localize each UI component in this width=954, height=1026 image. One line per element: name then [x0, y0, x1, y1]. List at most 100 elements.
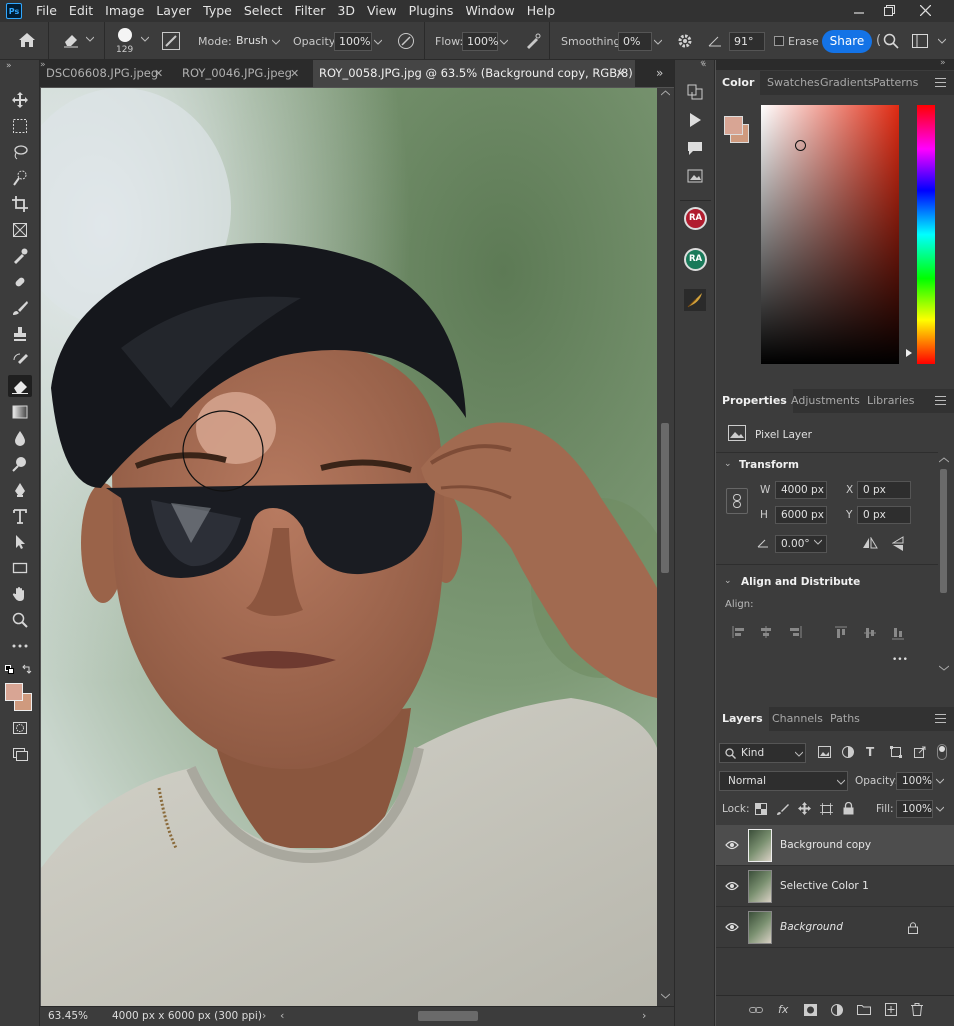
- quick-mask-button[interactable]: [8, 717, 32, 739]
- menu-plugins[interactable]: Plugins: [403, 0, 460, 22]
- blend-mode-select[interactable]: Normal: [719, 771, 848, 791]
- menu-window[interactable]: Window: [459, 0, 520, 22]
- close-tab-icon[interactable]: ✕: [154, 60, 163, 87]
- home-button[interactable]: [18, 32, 36, 48]
- hue-slider[interactable]: [917, 105, 935, 364]
- maximize-button[interactable]: [872, 0, 906, 20]
- filter-adjustment-icon[interactable]: [842, 746, 854, 758]
- lock-all-icon[interactable]: [843, 802, 854, 815]
- eye-icon[interactable]: [725, 922, 739, 932]
- plugin-feather-button[interactable]: [684, 289, 706, 311]
- scroll-thumb[interactable]: [940, 469, 947, 593]
- tab-properties[interactable]: Properties: [716, 389, 793, 413]
- color-picker-cursor[interactable]: [795, 140, 806, 151]
- type-tool[interactable]: [8, 505, 32, 527]
- tab-adjustments[interactable]: Adjustments: [785, 389, 866, 413]
- smoothing-input[interactable]: 0%: [618, 32, 652, 51]
- fx-icon[interactable]: fx: [778, 1003, 788, 1016]
- default-colors-icon[interactable]: [5, 665, 14, 674]
- tab-layers[interactable]: Layers: [716, 707, 769, 731]
- panel-menu-icon[interactable]: [935, 714, 946, 723]
- color-field[interactable]: [761, 105, 899, 364]
- layer-name[interactable]: Background copy: [780, 839, 871, 851]
- tab-color[interactable]: Color: [716, 71, 761, 95]
- panel-menu-icon[interactable]: [935, 396, 946, 405]
- scroll-thumb[interactable]: [661, 423, 669, 573]
- menu-edit[interactable]: Edit: [63, 0, 99, 22]
- menu-image[interactable]: Image: [99, 0, 150, 22]
- swap-colors-icon[interactable]: [22, 664, 32, 674]
- scroll-right-icon[interactable]: ›: [642, 1009, 646, 1022]
- eye-icon[interactable]: [725, 840, 739, 850]
- brush-tool[interactable]: [8, 297, 32, 319]
- lock-position-icon[interactable]: [798, 802, 811, 815]
- chevron-down-icon[interactable]: [371, 32, 385, 51]
- foreground-color-swatch[interactable]: [5, 683, 23, 701]
- vertical-scrollbar[interactable]: [657, 88, 674, 1006]
- menu-select[interactable]: Select: [238, 0, 289, 22]
- new-layer-icon[interactable]: [885, 1003, 897, 1016]
- add-mask-icon[interactable]: [804, 1004, 817, 1016]
- tab-channels[interactable]: Channels: [766, 707, 829, 731]
- transform-section-title[interactable]: Transform: [739, 459, 799, 471]
- scroll-up-icon[interactable]: [661, 90, 670, 96]
- eye-icon[interactable]: [725, 881, 739, 891]
- tab-libraries[interactable]: Libraries: [861, 389, 921, 413]
- chevron-down-icon[interactable]: [938, 38, 946, 44]
- layer-filter-select[interactable]: Kind: [719, 743, 806, 763]
- eyedropper-tool[interactable]: [8, 245, 32, 267]
- clone-stamp-tool[interactable]: [8, 323, 32, 345]
- status-menu-icon[interactable]: ›: [262, 1009, 266, 1022]
- filter-type-icon[interactable]: T: [866, 745, 874, 759]
- frame-tool[interactable]: [8, 219, 32, 241]
- screen-mode-button[interactable]: [8, 743, 32, 765]
- quick-selection-tool[interactable]: [8, 167, 32, 189]
- lock-icon[interactable]: [908, 922, 918, 934]
- brush-angle-input[interactable]: 91°: [729, 32, 765, 51]
- menu-help[interactable]: Help: [521, 0, 562, 22]
- layer-row-background[interactable]: Background: [716, 907, 954, 948]
- gradient-tool[interactable]: [8, 401, 32, 423]
- layer-row-selective-color-1[interactable]: Selective Color 1: [716, 866, 954, 907]
- menu-view[interactable]: View: [361, 0, 403, 22]
- minimize-button[interactable]: [842, 0, 876, 20]
- pressure-opacity-button[interactable]: [397, 32, 415, 50]
- collapse-dock-icon[interactable]: «: [700, 58, 706, 68]
- layer-name[interactable]: Background: [780, 921, 843, 933]
- align-center-button[interactable]: [759, 626, 773, 638]
- comments-panel-button[interactable]: [687, 140, 703, 156]
- link-dimensions-button[interactable]: [726, 488, 748, 514]
- dock-menu-icon[interactable]: »: [940, 58, 946, 68]
- marquee-tool[interactable]: [8, 115, 32, 137]
- y-input[interactable]: 0 px: [857, 506, 911, 524]
- rectangle-tool[interactable]: [8, 557, 32, 579]
- tab-dsc06608[interactable]: DSC06608.JPG.jpeg: [40, 60, 172, 87]
- chevron-down-icon[interactable]: [936, 806, 944, 812]
- tab-overflow-icon[interactable]: »: [656, 66, 663, 80]
- path-selection-tool[interactable]: [8, 531, 32, 553]
- zoom-level[interactable]: 63.45%: [48, 1010, 88, 1022]
- chevron-down-icon[interactable]: [936, 778, 944, 784]
- filter-pixel-icon[interactable]: [818, 746, 831, 758]
- height-input[interactable]: 6000 px: [775, 506, 827, 524]
- chevron-down-icon[interactable]: [141, 36, 149, 42]
- align-right-button[interactable]: [788, 626, 802, 638]
- eraser-tool[interactable]: [8, 375, 32, 397]
- tab-roy-0058[interactable]: ROY_0058.JPG.jpg @ 63.5% (Background cop…: [313, 60, 635, 107]
- healing-brush-tool[interactable]: [8, 271, 32, 293]
- zoom-tool[interactable]: [8, 609, 32, 631]
- color-panel-fg-swatch[interactable]: [724, 116, 743, 135]
- menu-layer[interactable]: Layer: [150, 0, 197, 22]
- new-group-icon[interactable]: [857, 1004, 871, 1015]
- menu-file[interactable]: File: [30, 0, 63, 22]
- align-bottom-button[interactable]: [892, 626, 904, 640]
- chevron-down-icon[interactable]: [497, 32, 511, 51]
- flip-horizontal-button[interactable]: [862, 537, 878, 549]
- lasso-tool[interactable]: [8, 141, 32, 163]
- scroll-left-icon[interactable]: ‹: [280, 1009, 284, 1022]
- menu-3d[interactable]: 3D: [331, 0, 361, 22]
- learn-panel-button[interactable]: [687, 168, 703, 184]
- link-layers-icon[interactable]: [749, 1005, 763, 1015]
- close-tab-icon[interactable]: ✕: [290, 60, 299, 87]
- layer-opacity-input[interactable]: 100%: [896, 772, 933, 790]
